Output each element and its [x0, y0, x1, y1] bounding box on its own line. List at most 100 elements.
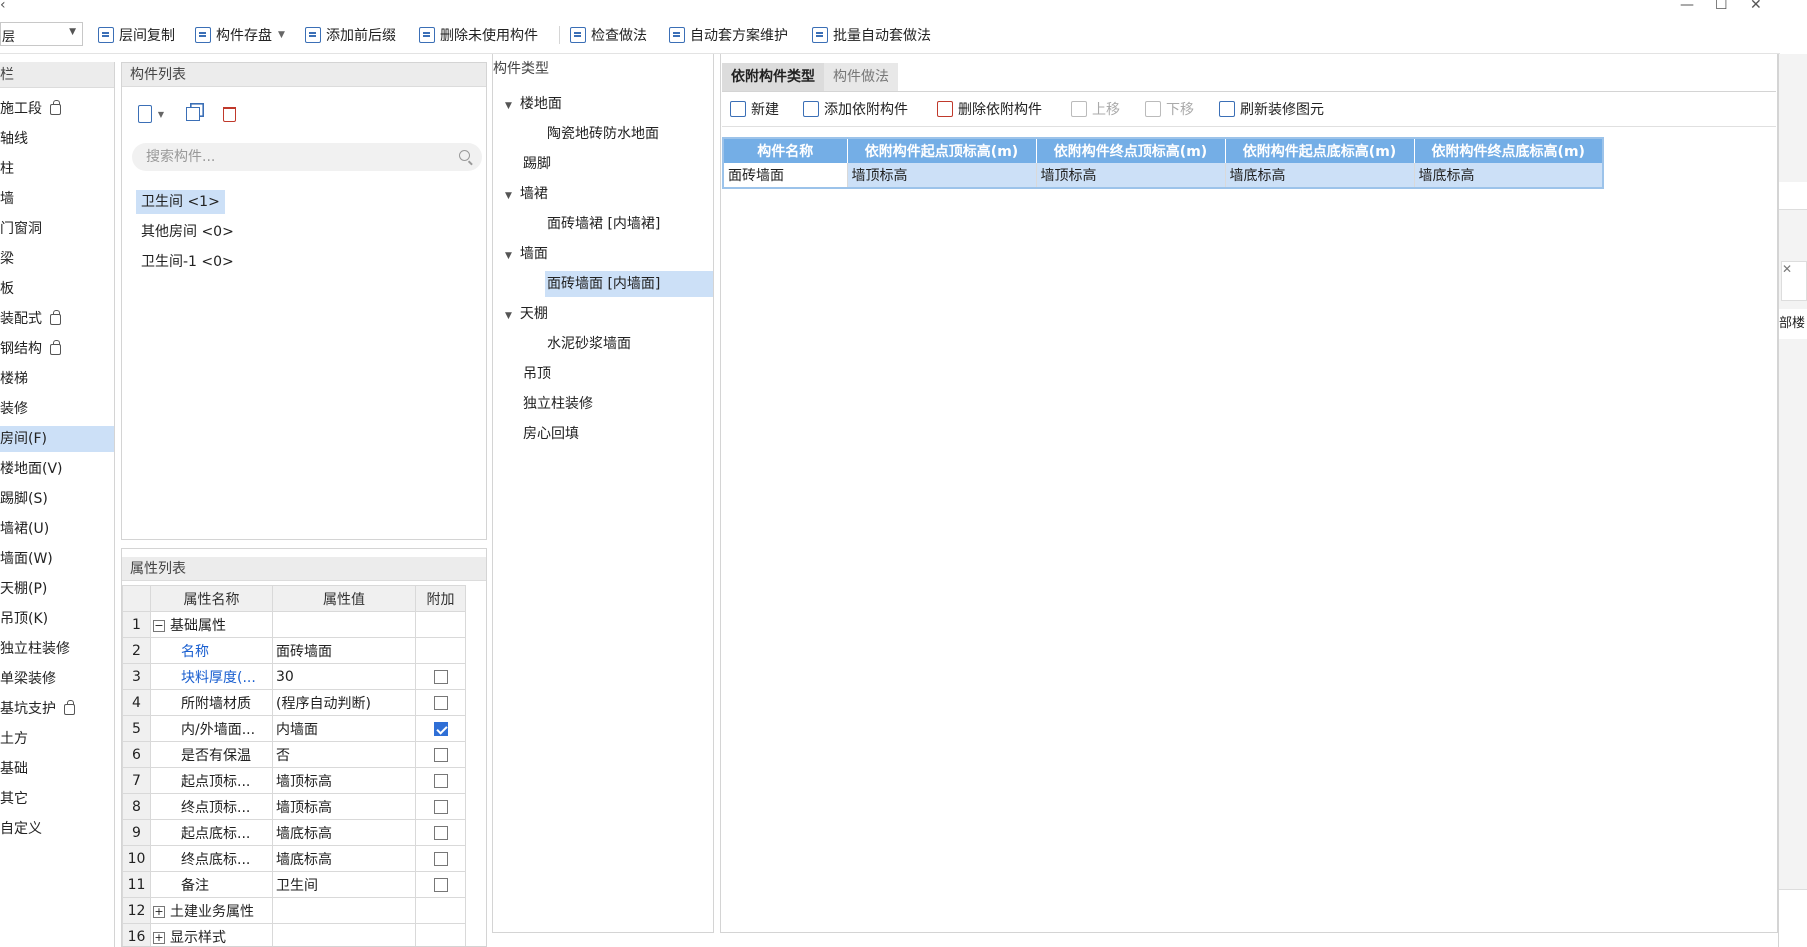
- tree-node-skirting[interactable]: 踢脚: [523, 151, 551, 177]
- nav-item-axis[interactable]: 轴线: [0, 126, 114, 152]
- attach-checkbox[interactable]: [433, 877, 448, 892]
- property-value[interactable]: 否: [272, 741, 416, 768]
- table-cell[interactable]: 墙顶标高: [847, 163, 1037, 188]
- property-value[interactable]: 30: [272, 663, 416, 690]
- chevron-down-icon[interactable]: ▼: [505, 303, 512, 329]
- nav-item-custom[interactable]: 自定义: [0, 816, 114, 842]
- attach-checkbox[interactable]: [433, 669, 448, 684]
- expand-icon[interactable]: +: [153, 905, 165, 918]
- nav-item-pit-support[interactable]: 基坑支护: [0, 696, 114, 722]
- nav-item-earthwork[interactable]: 土方: [0, 726, 114, 752]
- property-value[interactable]: [272, 897, 416, 924]
- nav-item-steel[interactable]: 钢结构: [0, 336, 114, 362]
- attach-checkbox[interactable]: [433, 799, 448, 814]
- move-down-button[interactable]: 下移: [1145, 99, 1194, 119]
- table-cell[interactable]: 墙底标高: [1225, 163, 1415, 188]
- check-method-button[interactable]: 检查做法: [570, 24, 647, 46]
- copy-component-button[interactable]: [180, 101, 206, 127]
- property-value[interactable]: 墙底标高: [272, 845, 416, 872]
- nav-item-door-window[interactable]: 门窗洞: [0, 216, 114, 242]
- component-item[interactable]: 卫生间-1 <0>: [136, 250, 239, 274]
- property-value[interactable]: (程序自动判断): [272, 689, 416, 716]
- refresh-decoration-button[interactable]: 刷新装修图元: [1219, 99, 1324, 119]
- chevron-down-icon[interactable]: ▼: [505, 183, 512, 209]
- minimize-icon[interactable]: —: [1680, 0, 1694, 13]
- tree-node-mortar-wall[interactable]: 水泥砂浆墙面: [547, 331, 631, 357]
- tree-node-wall-surface[interactable]: ▼ 墙面: [505, 241, 548, 267]
- close-icon[interactable]: ✕: [1782, 262, 1792, 276]
- attach-checkbox[interactable]: [433, 721, 448, 736]
- add-attached-button[interactable]: 添加依附构件: [803, 99, 908, 119]
- background-window-close[interactable]: ✕: [1781, 261, 1807, 301]
- maximize-icon[interactable]: ☐: [1715, 0, 1728, 13]
- nav-item-skirting[interactable]: 踢脚(S): [0, 486, 114, 512]
- auto-scheme-button[interactable]: 自动套方案维护: [669, 24, 788, 46]
- property-value[interactable]: 内墙面: [272, 715, 416, 742]
- new-button[interactable]: 新建: [730, 99, 779, 119]
- batch-auto-method-button[interactable]: 批量自动套做法: [812, 24, 931, 46]
- copy-between-floors-button[interactable]: 层间复制: [98, 24, 175, 46]
- nav-item-dado[interactable]: 墙裙(U): [0, 516, 114, 542]
- tree-node-dado[interactable]: ▼ 墙裙: [505, 181, 548, 207]
- table-row[interactable]: 面砖墙面 墙顶标高 墙顶标高 墙底标高 墙底标高: [723, 163, 1604, 188]
- property-value[interactable]: 卫生间: [272, 871, 416, 898]
- table-cell[interactable]: 墙顶标高: [1036, 163, 1226, 188]
- nav-item-stairs[interactable]: 楼梯: [0, 366, 114, 392]
- chevron-down-icon[interactable]: ▼: [505, 243, 512, 269]
- new-component-button[interactable]: ▼: [138, 101, 164, 127]
- search-icon[interactable]: [459, 150, 470, 161]
- property-value[interactable]: 面砖墙面: [272, 637, 416, 664]
- nav-item-column-decoration[interactable]: 独立柱装修: [0, 636, 114, 662]
- close-icon[interactable]: ✕: [1750, 0, 1762, 13]
- attach-checkbox[interactable]: [433, 695, 448, 710]
- nav-item-beam[interactable]: 梁: [0, 246, 114, 272]
- property-value[interactable]: 墙底标高: [272, 819, 416, 846]
- chevron-down-icon[interactable]: ▼: [278, 30, 285, 40]
- tab-component-method[interactable]: 构件做法: [824, 63, 898, 91]
- chevron-down-icon[interactable]: ▼: [158, 110, 164, 119]
- nav-item-ceiling[interactable]: 天棚(P): [0, 576, 114, 602]
- component-search-input[interactable]: 搜索构件...: [132, 143, 482, 171]
- component-item[interactable]: 其他房间 <0>: [136, 220, 239, 244]
- tree-node-ceramic-floor[interactable]: 陶瓷地砖防水地面: [547, 121, 659, 147]
- nav-item-decoration[interactable]: 装修: [0, 396, 114, 422]
- move-up-button[interactable]: 上移: [1071, 99, 1120, 119]
- property-value[interactable]: [272, 611, 416, 638]
- save-component-button[interactable]: 构件存盘 ▼: [195, 24, 285, 46]
- component-item[interactable]: 卫生间 <1>: [136, 190, 225, 214]
- attach-checkbox[interactable]: [433, 851, 448, 866]
- tree-node-column-decoration[interactable]: 独立柱装修: [523, 391, 593, 417]
- delete-unused-button[interactable]: 删除未使用构件: [419, 24, 538, 46]
- attach-checkbox[interactable]: [433, 747, 448, 762]
- collapse-icon[interactable]: −: [153, 619, 165, 632]
- delete-attached-button[interactable]: 删除依附构件: [937, 99, 1042, 119]
- attach-checkbox[interactable]: [433, 773, 448, 788]
- property-value[interactable]: 墙顶标高: [272, 793, 416, 820]
- attach-checkbox[interactable]: [433, 825, 448, 840]
- expand-icon[interactable]: +: [153, 931, 165, 944]
- tree-node-ceiling[interactable]: ▼ 天棚: [505, 301, 548, 327]
- floor-select[interactable]: 层 ▼: [0, 22, 83, 46]
- table-cell[interactable]: 墙底标高: [1414, 163, 1604, 188]
- tab-attached-type[interactable]: 依附构件类型: [722, 63, 824, 91]
- property-value[interactable]: [272, 923, 416, 946]
- nav-item-floor-surface[interactable]: 楼地面(V): [0, 456, 114, 482]
- tree-node-tile-dado[interactable]: 面砖墙裙 [内墙裙]: [547, 211, 660, 237]
- nav-item-suspended-ceiling[interactable]: 吊顶(K): [0, 606, 114, 632]
- nav-item-room[interactable]: 房间(F): [0, 426, 114, 452]
- nav-item-foundation[interactable]: 基础: [0, 756, 114, 782]
- nav-item-wall-surface[interactable]: 墙面(W): [0, 546, 114, 572]
- nav-item-construction-section[interactable]: 施工段: [0, 96, 114, 122]
- tree-node-floor-surface[interactable]: ▼ 楼地面: [505, 91, 562, 117]
- property-value[interactable]: 墙顶标高: [272, 767, 416, 794]
- tree-node-tile-wall[interactable]: 面砖墙面 [内墙面]: [545, 271, 713, 297]
- nav-item-beam-decoration[interactable]: 单梁装修: [0, 666, 114, 692]
- nav-item-other[interactable]: 其它: [0, 786, 114, 812]
- delete-component-button[interactable]: [216, 101, 242, 127]
- tree-node-suspended-ceiling[interactable]: 吊顶: [523, 361, 551, 387]
- nav-item-wall[interactable]: 墙: [0, 186, 114, 212]
- nav-item-prefab[interactable]: 装配式: [0, 306, 114, 332]
- tree-node-backfill[interactable]: 房心回填: [523, 421, 579, 447]
- add-prefix-suffix-button[interactable]: 添加前后缀: [305, 24, 396, 46]
- table-cell[interactable]: 面砖墙面: [723, 163, 848, 188]
